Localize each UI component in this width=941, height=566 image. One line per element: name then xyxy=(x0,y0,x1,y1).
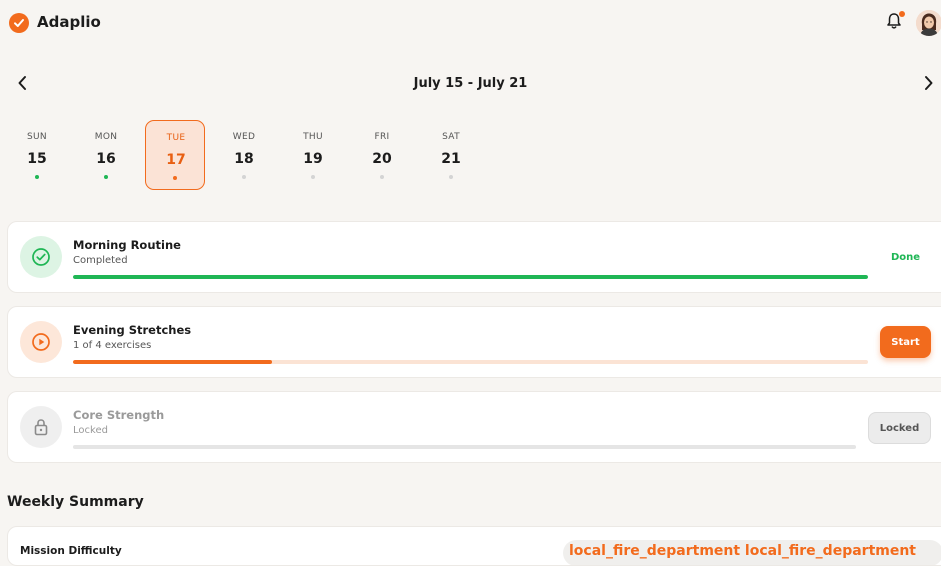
routine-card-core: Core Strength Locked Locked xyxy=(7,391,941,463)
day-name: SAT xyxy=(442,132,460,142)
day-name: THU xyxy=(303,132,323,142)
routine-title: Core Strength xyxy=(73,408,165,422)
day-thu[interactable]: THU 19 xyxy=(283,120,343,190)
progress-fill xyxy=(73,275,868,279)
routine-card-morning[interactable]: Morning Routine Completed Done xyxy=(7,221,941,293)
day-mon[interactable]: MON 16 xyxy=(76,120,136,190)
locked-button: Locked xyxy=(868,412,931,444)
logo-check-icon xyxy=(9,13,29,33)
day-status-dot xyxy=(104,175,108,179)
day-number: 19 xyxy=(303,151,323,167)
day-name: FRI xyxy=(374,132,390,142)
day-number: 15 xyxy=(27,151,47,167)
routine-title: Evening Stretches xyxy=(73,323,192,337)
summary-card: Mission Difficulty local_fire_department… xyxy=(7,526,941,566)
week-range-label: July 15 - July 21 xyxy=(413,76,528,91)
progress-track xyxy=(73,445,856,449)
lock-icon xyxy=(20,406,62,448)
avatar[interactable] xyxy=(916,10,941,36)
routine-card-evening[interactable]: Evening Stretches 1 of 4 exercises Start xyxy=(7,306,941,378)
routine-subtitle: 1 of 4 exercises xyxy=(73,340,152,351)
chevron-right-icon[interactable] xyxy=(921,74,935,92)
day-status-dot xyxy=(449,175,453,179)
routine-subtitle: Completed xyxy=(73,255,128,266)
done-status: Done xyxy=(891,252,921,263)
day-number: 17 xyxy=(166,152,186,168)
progress-fill xyxy=(73,360,272,364)
progress-track xyxy=(73,360,868,364)
difficulty-pill: local_fire_department local_fire_departm… xyxy=(563,540,941,565)
week-navigation: July 15 - July 21 xyxy=(0,66,941,102)
day-status-dot xyxy=(35,175,39,179)
app-title: Adaplio xyxy=(37,13,101,31)
day-number: 21 xyxy=(441,151,461,167)
day-sat[interactable]: SAT 21 xyxy=(421,120,481,190)
day-number: 18 xyxy=(234,151,254,167)
start-button[interactable]: Start xyxy=(880,326,931,358)
day-tue[interactable]: TUE 17 xyxy=(145,120,205,190)
check-circle-icon xyxy=(20,236,62,278)
summary-label: Mission Difficulty xyxy=(20,545,122,557)
routine-subtitle: Locked xyxy=(73,425,108,436)
progress-track xyxy=(73,275,868,279)
day-fri[interactable]: FRI 20 xyxy=(352,120,412,190)
section-title-weekly-summary: Weekly Summary xyxy=(7,494,144,510)
day-name: MON xyxy=(94,132,118,142)
play-circle-icon xyxy=(20,321,62,363)
day-status-dot xyxy=(242,175,246,179)
day-status-dot xyxy=(173,176,177,180)
day-name: TUE xyxy=(166,133,186,143)
day-name: WED xyxy=(232,132,256,142)
day-status-dot xyxy=(380,175,384,179)
day-number: 20 xyxy=(372,151,392,167)
day-name: SUN xyxy=(27,132,47,142)
top-bar: Adaplio xyxy=(0,0,941,46)
difficulty-value: local_fire_department local_fire_departm… xyxy=(569,543,916,559)
day-wed[interactable]: WED 18 xyxy=(214,120,274,190)
day-number: 16 xyxy=(96,151,116,167)
day-sun[interactable]: SUN 15 xyxy=(7,120,67,190)
notification-badge xyxy=(899,11,905,17)
routine-title: Morning Routine xyxy=(73,238,181,252)
day-status-dot xyxy=(311,175,315,179)
